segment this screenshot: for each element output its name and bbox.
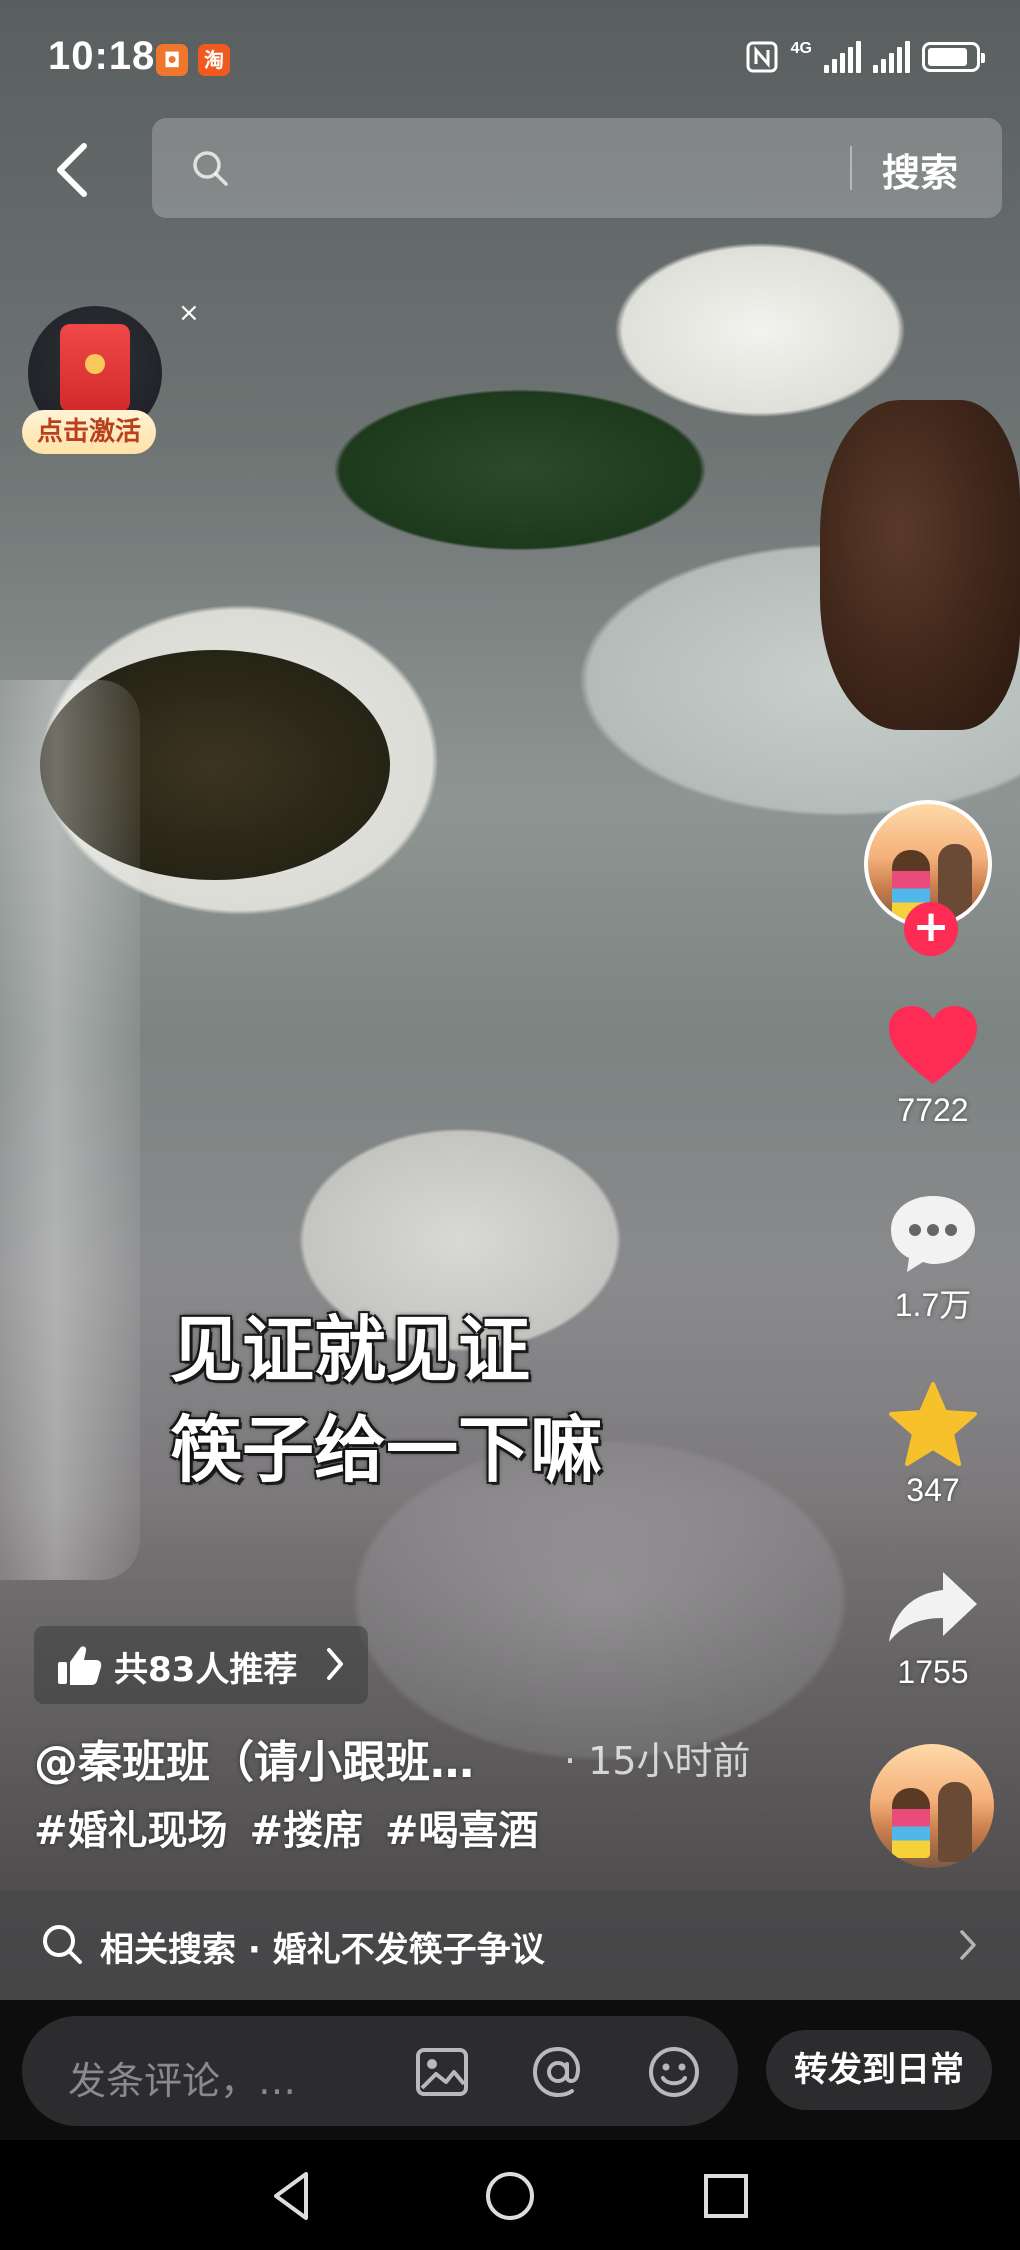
hashtags[interactable]: #婚礼现场 #搂席 #喝喜酒 (34, 1798, 538, 1856)
forward-to-daily-button[interactable]: 转发到日常 (766, 2030, 992, 2110)
recents-square-icon[interactable] (698, 2168, 754, 2224)
comment-count: 1.7万 (894, 1287, 972, 1323)
like-count: 7722 (897, 1092, 969, 1128)
recommend-text: 共83人推荐 (114, 1650, 298, 1690)
caption-line: 筷子给一下嘛 (170, 1408, 603, 1492)
red-packet-close-button[interactable]: × (178, 298, 200, 328)
favorite-button[interactable]: 347 (858, 1380, 1008, 1509)
battery-icon (922, 42, 985, 72)
share-count: 1755 (897, 1654, 969, 1690)
red-packet-label: 点击激活 (22, 410, 156, 454)
network-type-label: 4G (790, 40, 812, 57)
caption-line: 见证就见证 (170, 1308, 531, 1392)
author-line: @秦班班（请小跟班… · 15小时前 (34, 1726, 751, 1788)
comment-placeholder: 发条评论，… (68, 2059, 297, 2103)
nfc-icon (746, 41, 778, 73)
image-icon[interactable] (414, 2044, 470, 2100)
red-packet-seal (85, 354, 105, 374)
search-icon (193, 151, 228, 186)
avatar-figure (938, 1782, 972, 1862)
avatar-figure (892, 1788, 930, 1858)
home-circle-icon[interactable] (482, 2168, 538, 2224)
thumbs-up-icon (58, 1646, 102, 1685)
recommend-button[interactable]: 共83人推荐 (34, 1626, 368, 1704)
taobao-app-icon: 淘 (198, 44, 230, 76)
author-name[interactable]: @秦班班（请小跟班… (34, 1737, 474, 1788)
search-input[interactable]: 搜索 (152, 118, 1002, 218)
comment-bar: 发条评论，… 转发到日常 (0, 2000, 1020, 2140)
system-nav-bar (0, 2140, 1020, 2250)
search-button[interactable]: 搜索 (882, 142, 958, 197)
status-bar: 10:18 ◘ 淘 4G (0, 0, 1020, 120)
mention-icon[interactable] (530, 2044, 586, 2100)
music-disc-avatar[interactable] (870, 1744, 994, 1868)
related-search-bar[interactable]: 相关搜索 · 婚礼不发筷子争议 (0, 1890, 1020, 2000)
emoji-icon[interactable] (646, 2044, 702, 2100)
food-dish (820, 400, 1020, 730)
star-icon (889, 1382, 977, 1466)
comment-icon (891, 1196, 975, 1272)
share-button[interactable]: 1755 (858, 1566, 1008, 1691)
signal-icon (873, 41, 910, 73)
red-packet-widget[interactable]: 点击激活 × (22, 298, 200, 456)
chevron-right-icon (960, 1930, 976, 1960)
red-packet-icon (60, 324, 130, 412)
related-search-text: 相关搜索 · 婚礼不发筷子争议 (100, 1930, 545, 1970)
video-caption: 见证就见证 筷子给一下嘛 (170, 1300, 690, 1500)
signal-icon (824, 41, 861, 73)
post-time: · 15小时前 (564, 1739, 751, 1783)
wine-glass (0, 680, 140, 1580)
share-arrow-icon (889, 1572, 977, 1642)
status-time: 10:18 (48, 34, 156, 78)
comment-button[interactable]: 1.7万 (858, 1192, 1008, 1326)
favorite-count: 347 (906, 1472, 960, 1508)
status-indicators: 4G (745, 40, 985, 74)
follow-button[interactable]: + (904, 902, 958, 956)
heart-icon (889, 1006, 977, 1084)
search-divider (850, 146, 852, 190)
comment-input[interactable]: 发条评论，… (22, 2016, 738, 2126)
like-button[interactable]: 7722 (858, 1004, 1008, 1129)
battery-level (928, 48, 968, 66)
back-triangle-icon[interactable] (266, 2168, 322, 2224)
search-icon (43, 1925, 82, 1964)
chevron-right-icon (327, 1648, 343, 1680)
back-button[interactable] (48, 140, 98, 200)
notification-app-icon: ◘ (156, 44, 188, 76)
